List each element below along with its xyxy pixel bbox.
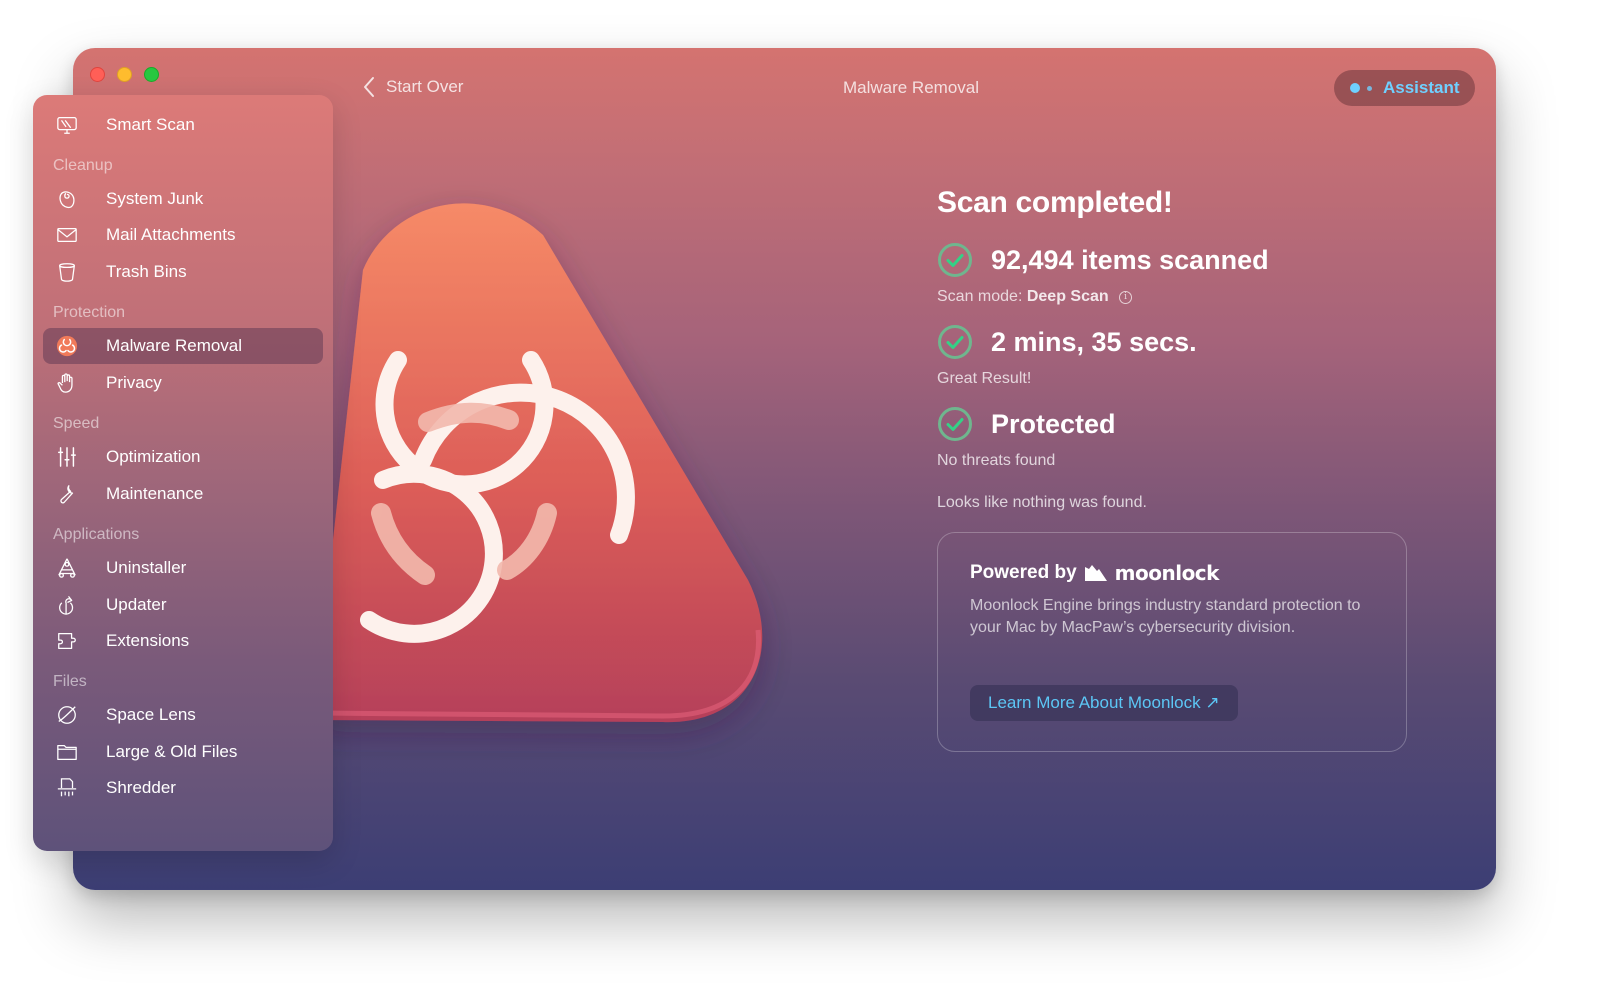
space-lens-icon — [55, 703, 79, 727]
sidebar-item-mail-attachments[interactable]: Mail Attachments — [43, 217, 323, 253]
minimize-window-button[interactable] — [117, 67, 132, 82]
threats-note: No threats found — [937, 452, 1056, 469]
sidebar-item-label: Smart Scan — [106, 115, 195, 134]
scan-duration: 2 mins, 35 secs. — [991, 326, 1197, 357]
sidebar-item-label: Shredder — [106, 778, 176, 797]
maximize-window-button[interactable] — [144, 67, 159, 82]
check-circle-icon — [938, 407, 972, 441]
sidebar-item-malware-removal[interactable]: Malware Removal — [43, 328, 323, 364]
moonlock-description: Moonlock Engine brings industry standard… — [970, 597, 1361, 636]
sidebar-item-label: Malware Removal — [106, 336, 243, 355]
duration-note: Great Result! — [937, 370, 1032, 387]
sidebar-item-label: Space Lens — [106, 705, 196, 724]
sidebar-item-maintenance[interactable]: Maintenance — [43, 476, 323, 512]
trash-icon — [55, 260, 79, 284]
check-circle-icon — [938, 243, 972, 277]
check-circle-icon — [938, 325, 972, 359]
duration-row: 2 mins, 35 secs. — [937, 324, 1197, 360]
chevron-left-icon — [364, 77, 374, 97]
moonlock-card: Powered by moonlock Moonlock Engine brin… — [937, 532, 1407, 752]
sidebar-item-label: Large & Old Files — [106, 742, 238, 761]
items-scanned-count: 92,494 items scanned — [991, 244, 1269, 275]
uninstaller-icon — [55, 556, 79, 580]
sidebar: Smart Scan Cleanup System Junk Mail Atta… — [33, 95, 333, 851]
shredder-icon — [55, 776, 79, 800]
scan-summary: Looks like nothing was found. — [937, 494, 1147, 511]
sidebar-section-cleanup: Cleanup — [53, 157, 113, 174]
sidebar-item-label: Mail Attachments — [106, 225, 236, 244]
sidebar-item-label: Uninstaller — [106, 558, 187, 577]
moonlock-brand: moonlock — [1114, 561, 1220, 585]
sidebar-item-large-old-files[interactable]: Large & Old Files — [43, 734, 323, 770]
protection-status-row: Protected — [937, 406, 1116, 442]
sidebar-item-uninstaller[interactable]: Uninstaller — [43, 550, 323, 586]
folder-icon — [55, 740, 79, 764]
scan-mode-line: Scan mode: Deep Scan i — [937, 288, 1133, 306]
protection-status: Protected — [991, 408, 1116, 439]
assistant-button[interactable]: Assistant — [1334, 70, 1475, 106]
sidebar-item-updater[interactable]: Updater — [43, 587, 323, 623]
scan-mode-value: Deep Scan — [1026, 288, 1109, 305]
window-title: Malware Removal — [842, 78, 980, 97]
sidebar-section-files: Files — [53, 673, 87, 690]
sidebar-item-system-junk[interactable]: System Junk — [43, 181, 323, 217]
sidebar-item-space-lens[interactable]: Space Lens — [43, 697, 323, 733]
scan-completed-heading: Scan completed! — [937, 186, 1173, 219]
system-junk-icon — [55, 187, 79, 211]
items-scanned-row: 92,494 items scanned — [937, 242, 1269, 278]
malware-hero-illustration — [333, 203, 763, 723]
sidebar-item-label: Updater — [106, 595, 167, 614]
sidebar-item-privacy[interactable]: Privacy — [43, 365, 323, 401]
sidebar-item-label: Extensions — [106, 631, 190, 650]
sidebar-section-speed: Speed — [53, 415, 100, 432]
sidebar-item-label: System Junk — [106, 189, 204, 208]
biohazard-icon — [55, 334, 79, 358]
assistant-dot-small-icon — [1367, 85, 1372, 91]
sidebar-item-extensions[interactable]: Extensions — [43, 623, 323, 659]
sidebar-item-label: Maintenance — [106, 484, 204, 503]
powered-by-label: Powered by — [970, 562, 1077, 583]
sidebar-section-applications: Applications — [53, 526, 140, 543]
smart-scan-icon — [55, 113, 79, 137]
wrench-icon — [55, 482, 79, 506]
sidebar-item-label: Optimization — [106, 447, 201, 466]
start-over-button[interactable]: Start Over — [362, 76, 463, 98]
updater-icon — [55, 593, 79, 617]
scan-results: Scan completed! 92,494 items scanned Sca… — [937, 186, 1269, 511]
hand-icon — [55, 371, 79, 395]
close-window-button[interactable] — [90, 67, 105, 82]
sidebar-item-shredder[interactable]: Shredder — [43, 770, 323, 806]
info-icon[interactable]: i — [1119, 291, 1133, 304]
scan-mode-label: Scan mode: — [937, 288, 1023, 305]
puzzle-icon — [55, 629, 79, 653]
powered-by-heading: Powered by moonlock — [970, 561, 1219, 585]
sidebar-item-smart-scan[interactable]: Smart Scan — [43, 107, 323, 143]
window-controls — [90, 67, 159, 82]
learn-more-moonlock-button[interactable]: Learn More About Moonlock ↗ — [970, 685, 1238, 721]
sidebar-item-label: Privacy — [106, 373, 162, 392]
assistant-label: Assistant — [1383, 78, 1460, 97]
sidebar-item-optimization[interactable]: Optimization — [43, 439, 323, 475]
start-over-label: Start Over — [386, 77, 464, 96]
sidebar-item-label: Trash Bins — [106, 262, 187, 281]
sliders-icon — [55, 445, 79, 469]
sidebar-section-protection: Protection — [53, 304, 126, 321]
assistant-dot-icon — [1350, 83, 1360, 93]
sidebar-item-trash-bins[interactable]: Trash Bins — [43, 254, 323, 290]
moonlock-logo-icon — [1084, 565, 1107, 581]
mail-icon — [55, 223, 79, 247]
